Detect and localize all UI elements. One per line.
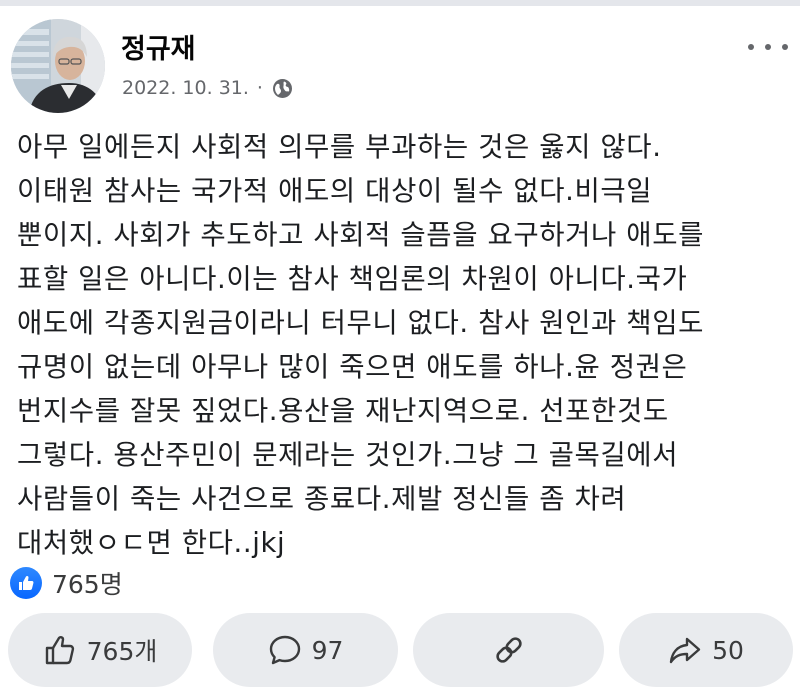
post-text-line: 이태원 참사는 국가적 애도의 대상이 될수 없다.비극일 xyxy=(17,175,653,207)
like-badge-icon xyxy=(10,567,42,599)
more-options-button[interactable] xyxy=(748,32,788,62)
comment-icon xyxy=(269,635,300,665)
copy-link-button[interactable] xyxy=(413,613,604,687)
more-horizontal-icon-dot xyxy=(748,44,754,50)
like-count-label: 765개 xyxy=(86,637,158,666)
avatar[interactable] xyxy=(11,19,105,113)
top-divider xyxy=(0,0,800,6)
post-text-line: 대처했ㅇㄷ면 한다..jkj xyxy=(17,527,286,559)
share-count-label: 50 xyxy=(712,635,744,665)
post-text-line: 뿐이지. 사회가 추도하고 사회적 슬픔을 요구하거나 애도를 xyxy=(17,219,704,251)
reactions-summary[interactable]: 765명 xyxy=(10,566,123,600)
post-text-line: 규명이 없는데 아무나 많이 죽으면 애도를 하나.윤 정권은 xyxy=(17,351,688,383)
post-text-line: 번지수를 잘못 짚었다.용산을 재난지역으로. 선포한것도 xyxy=(17,395,669,427)
more-horizontal-icon-dot xyxy=(765,44,771,50)
author-name[interactable]: 정규재 xyxy=(121,27,196,66)
comment-button[interactable]: 97 xyxy=(213,613,398,687)
more-horizontal-icon-dot xyxy=(782,44,788,50)
comment-count-label: 97 xyxy=(311,635,344,665)
meta-separator: · xyxy=(256,77,263,99)
post-text: 아무 일에든지 사회적 의무를 부과하는 것은 옳지 않다. 이태원 참사는 국… xyxy=(17,125,787,565)
post-text-line: 애도에 각종지원금이라니 터무니 없다. 참사 원인과 책임도 xyxy=(17,307,704,339)
like-button[interactable]: 765개 xyxy=(8,613,192,687)
link-icon xyxy=(495,637,522,663)
globe-icon xyxy=(272,78,293,99)
post-meta: 2022. 10. 31. · xyxy=(122,75,293,101)
post-text-line: 그렇다. 용산주민이 문제라는 것인가.그냥 그 골목길에서 xyxy=(17,439,679,471)
share-button[interactable]: 50 xyxy=(619,613,793,687)
thumbs-up-icon xyxy=(45,636,74,665)
action-bar: 765개 97 50 xyxy=(8,613,793,687)
reaction-count: 765명 xyxy=(52,570,123,599)
post-date[interactable]: 2022. 10. 31. xyxy=(122,77,249,99)
share-arrow-icon xyxy=(669,637,701,664)
post-text-line: 사람들이 죽는 사건으로 종료다.제발 정신들 좀 차려 xyxy=(17,483,627,515)
post-text-line: 아무 일에든지 사회적 의무를 부과하는 것은 옳지 않다. xyxy=(17,131,662,163)
post-text-line: 표할 일은 아니다.이는 참사 책임론의 차원이 아니다.국가 xyxy=(17,263,688,295)
